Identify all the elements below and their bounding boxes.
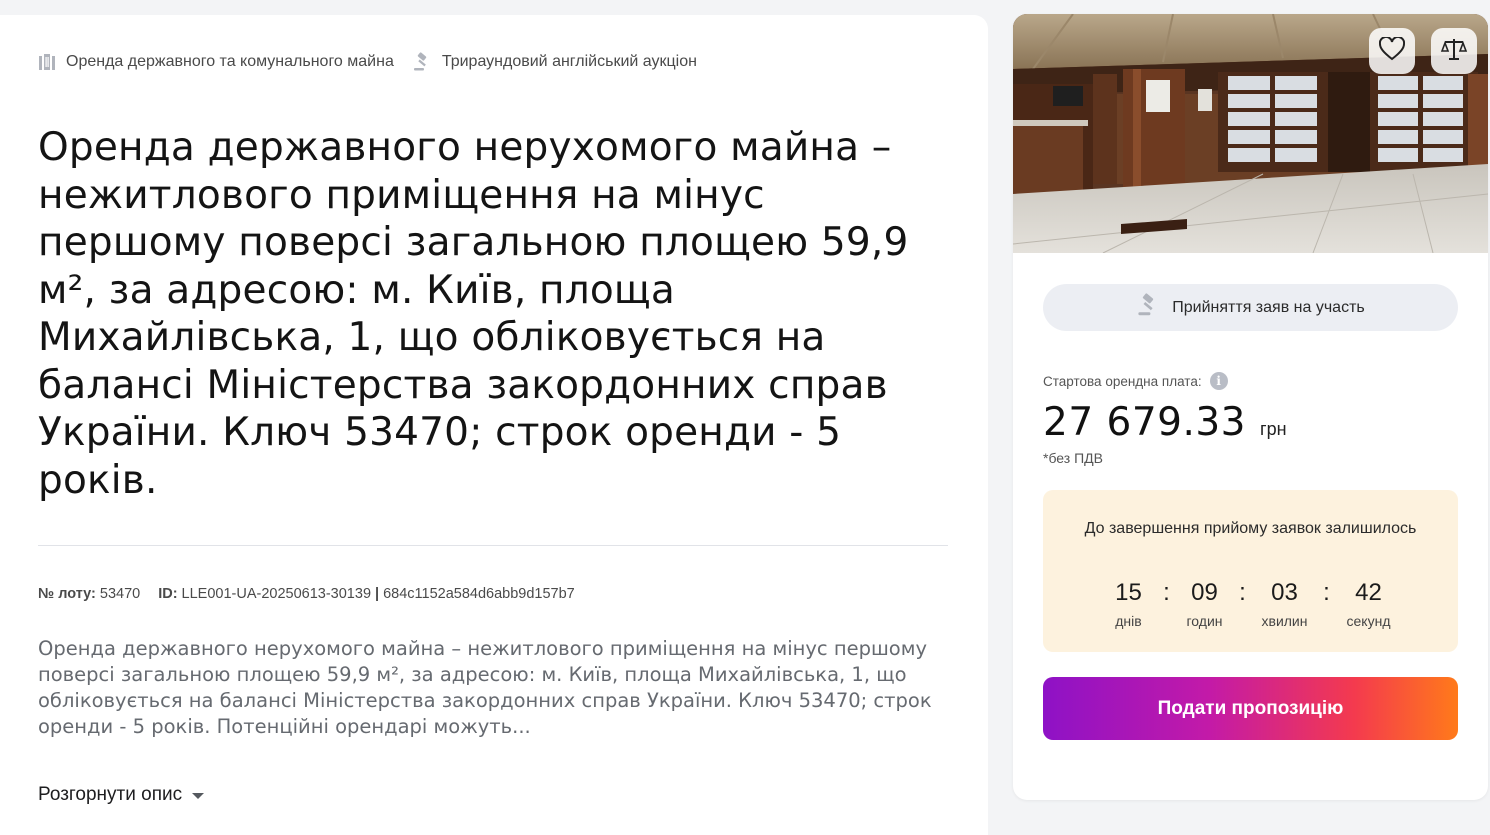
lot-number-label: № лоту:: [38, 586, 96, 602]
tag-lease-type[interactable]: Оренда державного та комунального майна: [38, 53, 394, 71]
compare-button[interactable]: [1431, 28, 1477, 74]
countdown-timer: 15 днів : 09 годин : 03 хвилин : 42 секу…: [1043, 579, 1458, 629]
countdown-separator: :: [1323, 579, 1330, 606]
starting-price-label-text: Стартова орендна плата:: [1043, 373, 1202, 389]
countdown-title: До завершення прийому заявок залишилось: [1084, 520, 1417, 537]
countdown-hours: 09 годин: [1174, 579, 1236, 629]
starting-price-label: Стартова орендна плата: i: [1043, 372, 1228, 390]
scales-icon: [1440, 36, 1468, 67]
building-columns-icon: [38, 53, 56, 71]
expand-description-button[interactable]: Розгорнути опис: [38, 784, 205, 806]
status-label: Прийняття заяв на участь: [1172, 298, 1365, 316]
gavel-icon: [412, 52, 432, 72]
heart-icon: [1378, 35, 1406, 66]
countdown-seconds-label: секунд: [1346, 613, 1391, 629]
countdown-separator: :: [1163, 579, 1170, 606]
countdown-days: 15 днів: [1098, 579, 1160, 629]
tag-auction-type[interactable]: Трираундовий англійський аукціон: [412, 52, 697, 72]
countdown-minutes-value: 03: [1271, 579, 1298, 606]
auction-sidebar: Прийняття заяв на участь Стартова орендн…: [1013, 14, 1488, 800]
countdown-seconds: 42 секунд: [1334, 579, 1404, 629]
vat-note: *без ПДВ: [1043, 450, 1103, 466]
countdown-hours-value: 09: [1191, 579, 1218, 606]
countdown-seconds-value: 42: [1355, 579, 1382, 606]
lot-hash[interactable]: 684c1152a584d6abb9d157b7: [383, 586, 575, 602]
lot-description: Оренда державного нерухомого майна – неж…: [38, 637, 932, 738]
caret-down-icon: [192, 793, 205, 799]
submit-bid-button[interactable]: Подати пропозицію: [1043, 677, 1458, 740]
countdown-minutes-label: хвилин: [1261, 613, 1308, 629]
info-icon[interactable]: i: [1209, 372, 1228, 390]
countdown-separator: :: [1239, 579, 1246, 606]
lot-tags: Оренда державного та комунального майна …: [38, 52, 697, 72]
meta-separator: |: [375, 586, 380, 602]
price-amount: 27 679.33: [1043, 400, 1246, 445]
lot-photo[interactable]: [1013, 14, 1488, 253]
countdown-panel: До завершення прийому заявок залишилось …: [1043, 490, 1458, 652]
tag-auction-type-label: Трираундовий англійський аукціон: [441, 53, 697, 70]
gavel-icon: [1136, 293, 1160, 322]
countdown-minutes: 03 хвилин: [1250, 579, 1320, 629]
lot-id-label: ID:: [158, 586, 178, 602]
lot-id[interactable]: LLE001-UA-20250613-30139: [182, 586, 371, 602]
lot-meta: № лоту: 53470 ID: LLE001-UA-20250613-301…: [38, 586, 575, 602]
status-badge: Прийняття заяв на участь: [1043, 284, 1458, 331]
price-currency: грн: [1260, 419, 1287, 439]
countdown-days-value: 15: [1115, 579, 1142, 606]
favorite-button[interactable]: [1369, 28, 1415, 74]
countdown-hours-label: годин: [1186, 613, 1223, 629]
countdown-days-label: днів: [1115, 613, 1142, 629]
lot-title: Оренда державного нерухомого майна – неж…: [38, 125, 909, 503]
starting-price: 27 679.33 грн: [1043, 400, 1287, 445]
divider: [38, 545, 948, 546]
expand-description-label: Розгорнути опис: [38, 784, 183, 805]
lot-number: 53470: [99, 586, 141, 602]
tag-lease-type-label: Оренда державного та комунального майна: [66, 53, 394, 70]
